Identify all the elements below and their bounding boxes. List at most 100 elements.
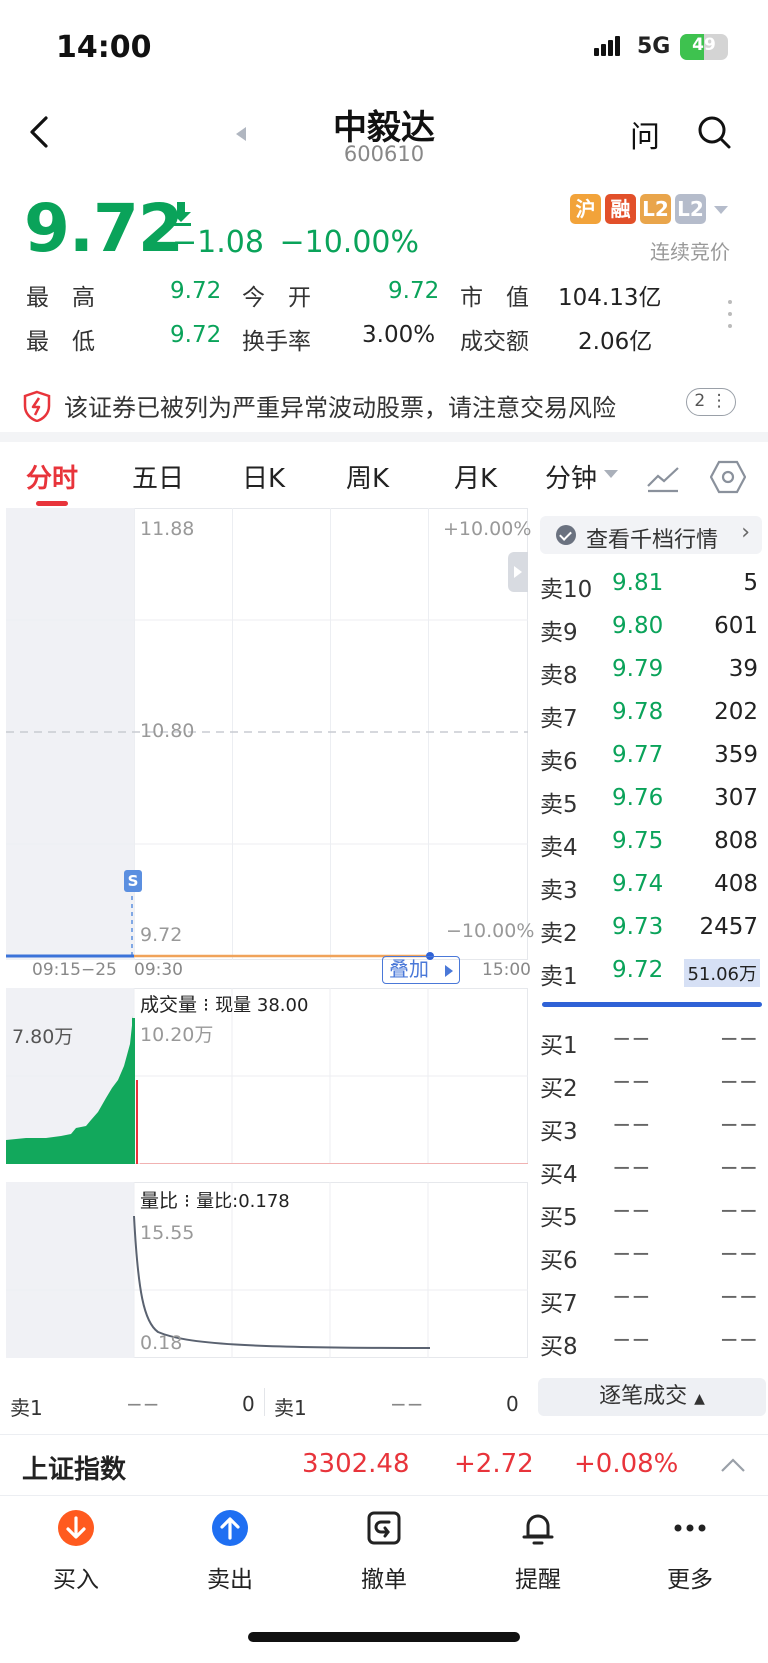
time-label-open: 09:30 (134, 960, 183, 980)
ask-row[interactable]: 卖4 9.75 808 (540, 822, 762, 862)
s-marker[interactable]: S (124, 870, 142, 892)
ask-qty: 202 (714, 699, 758, 725)
ask-row[interactable]: 卖5 9.76 307 (540, 779, 762, 819)
volume-title-label: 成交量 (140, 994, 198, 1016)
ask-qty: 359 (714, 742, 758, 768)
stat-label: 成交额 (460, 329, 529, 355)
ask-qty: 408 (714, 871, 758, 897)
tab-minute[interactable]: 分钟 (545, 458, 597, 495)
tab-monthly-k[interactable]: 月K (454, 458, 497, 495)
shield-warning-icon (23, 390, 51, 422)
bid-price: −− (612, 1026, 651, 1052)
cancel-order-button[interactable]: 撤单 (334, 1504, 434, 1593)
chevron-down-icon[interactable] (604, 470, 618, 480)
more-label: 更多 (667, 1567, 713, 1593)
mini-qty: 0 (242, 1392, 255, 1416)
ask-qty: 808 (714, 828, 758, 854)
change-pct: −10.00% (279, 225, 420, 260)
ask-price: 9.72 (612, 957, 664, 983)
ask-row[interactable]: 卖3 9.74 408 (540, 865, 762, 905)
sell-arrow-icon (212, 1510, 248, 1546)
cancel-order-label: 撤单 (361, 1567, 407, 1593)
bid-row[interactable]: 买7 −− −− (540, 1278, 762, 1318)
stat-label: 最 低 (26, 329, 95, 355)
bid-price: −− (612, 1112, 651, 1138)
collapse-orderbook-button[interactable] (508, 552, 528, 592)
ask-price: 9.75 (612, 828, 664, 854)
mini-label: 卖1 (10, 1396, 43, 1420)
full-depth-button[interactable]: 查看千档行情 › (540, 516, 762, 554)
bid-row[interactable]: 买3 −− −− (540, 1106, 762, 1146)
buy-button[interactable]: 买入 (26, 1504, 126, 1593)
ask-row[interactable]: 卖10 9.81 5 (540, 564, 762, 604)
full-depth-label: 查看千档行情 (586, 528, 719, 553)
ask-row[interactable]: 卖8 9.79 39 (540, 650, 762, 690)
pct-label-top: +10.00% (443, 518, 532, 540)
badge-l2[interactable]: L2 (640, 194, 671, 224)
buy-label: 买入 (53, 1567, 99, 1593)
chevron-right-icon: › (741, 520, 750, 545)
tab-active-indicator (36, 501, 68, 506)
ask-row[interactable]: 卖9 9.80 601 (540, 607, 762, 647)
bid-label: 买1 (540, 1033, 578, 1059)
bid-row[interactable]: 买4 −− −− (540, 1149, 762, 1189)
risk-warning[interactable]: 该证券已被列为严重异常波动股票，请注意交易风险 2 ⋮ (22, 384, 736, 424)
ask-row[interactable]: 卖2 9.73 2457 (540, 908, 762, 948)
stat-label: 换手率 (242, 329, 311, 355)
bell-icon (522, 1514, 554, 1545)
pct-label-bottom: −10.00% (446, 920, 535, 942)
chevron-up-icon[interactable] (720, 1457, 746, 1473)
draw-line-icon[interactable] (646, 462, 680, 494)
tick-trades-label: 逐笔成交 (599, 1384, 688, 1409)
more-button[interactable]: 更多 (640, 1504, 740, 1593)
search-icon[interactable] (696, 114, 732, 150)
tab-weekly-k[interactable]: 周K (346, 458, 389, 495)
ask-button[interactable]: 问 (630, 112, 660, 156)
bid-row[interactable]: 买1 −− −− (540, 1020, 762, 1060)
tick-trades-button[interactable]: 逐笔成交 ▲ (538, 1378, 766, 1416)
ask-price: 9.77 (612, 742, 664, 768)
warning-count-value: 2 (694, 391, 706, 411)
alert-label: 提醒 (515, 1567, 561, 1593)
time-label-start: 09:15−25 (32, 960, 117, 980)
change-value: −1.08 (172, 225, 264, 260)
ask-price: 9.74 (612, 871, 664, 897)
sell-button[interactable]: 卖出 (180, 1504, 280, 1593)
more-dots-icon (674, 1524, 706, 1532)
chevron-down-icon[interactable] (710, 194, 730, 224)
alert-button[interactable]: 提醒 (488, 1504, 588, 1593)
y-label-top: 11.88 (140, 518, 195, 540)
ask-label: 卖2 (540, 921, 578, 947)
index-pct: +0.08% (574, 1449, 679, 1479)
home-indicator[interactable] (248, 1632, 520, 1642)
ratio-max: 15.55 (140, 1222, 195, 1244)
ratio-title-label: 量比 (140, 1190, 179, 1212)
ask-row[interactable]: 卖7 9.78 202 (540, 693, 762, 733)
badge-margin: 融 (605, 194, 636, 224)
more-stats-icon[interactable] (728, 300, 734, 336)
tab-intraday[interactable]: 分时 (26, 458, 78, 495)
bid-row[interactable]: 买8 −− −− (540, 1321, 762, 1361)
mini-quote-row: 卖1 −− 0 卖1 −− 0 (0, 1386, 528, 1422)
tab-daily-k[interactable]: 日K (242, 458, 285, 495)
warning-count[interactable]: 2 ⋮ (686, 388, 736, 416)
bid-qty: −− (719, 1069, 758, 1095)
stat-value: 3.00% (362, 322, 436, 348)
overlay-button[interactable]: 叠加 (382, 956, 460, 984)
ask-label: 卖3 (540, 878, 578, 904)
bid-row[interactable]: 买2 −− −− (540, 1063, 762, 1103)
ask-price: 9.76 (612, 785, 664, 811)
volume-title: 成交量 ⁝ 现量 38.00 (140, 994, 309, 1016)
index-ticker[interactable]: 上证指数 3302.48 +2.72 +0.08% (0, 1434, 768, 1496)
ask-row[interactable]: 卖6 9.77 359 (540, 736, 762, 776)
bid-row[interactable]: 买6 −− −− (540, 1235, 762, 1275)
auction-status: 连续竞价 (650, 240, 730, 264)
tab-five-day[interactable]: 五日 (132, 458, 184, 495)
ask-label: 卖8 (540, 663, 578, 689)
settings-hex-icon[interactable] (710, 460, 746, 494)
bid-row[interactable]: 买5 −− −− (540, 1192, 762, 1232)
price-change: −1.08 −10.00% (172, 225, 419, 260)
badge-l2-alt[interactable]: L2 (675, 194, 706, 224)
ask-row[interactable]: 卖1 9.72 51.06万 (540, 951, 762, 991)
mini-divider (264, 1388, 265, 1416)
